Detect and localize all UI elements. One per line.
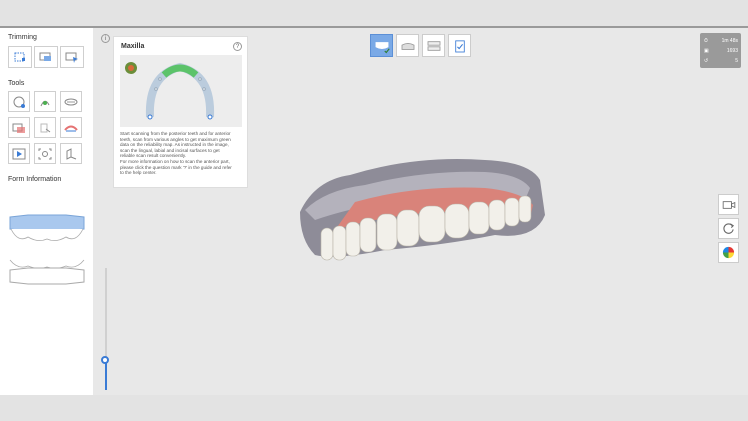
- scan-area-icon: [40, 123, 51, 132]
- video-camera-icon: [722, 200, 735, 209]
- frames-icon: ▣: [704, 47, 709, 54]
- brightness-slider-knob[interactable]: [101, 356, 109, 364]
- tools-title: Tools: [8, 80, 25, 87]
- trim-rectangle-icon: [14, 52, 25, 62]
- frame-count: 1693: [726, 47, 738, 54]
- lasso-icon: [40, 100, 50, 106]
- trim-select-button[interactable]: [60, 46, 84, 68]
- brightness-slider-fill: [105, 360, 107, 390]
- mandible-stage-button[interactable]: [396, 34, 419, 57]
- trim-area-button[interactable]: [34, 46, 58, 68]
- scan-stage-bar: [370, 34, 471, 57]
- upper-jaw-icon: [9, 214, 85, 241]
- lower-jaw-icon: [9, 259, 85, 285]
- capture-icon: [38, 148, 52, 159]
- guide-instructions: Start scanning from the posterior teeth …: [120, 131, 244, 176]
- scan-time: 1m 48s: [721, 37, 738, 44]
- trim-rectangle-button[interactable]: [8, 46, 32, 68]
- info-button[interactable]: i: [101, 34, 110, 43]
- prep-margin-icon: [64, 125, 78, 131]
- scan-stats-panel: ⏱ 1m 48s ▣ 1693 ↺ 5: [700, 33, 741, 68]
- guide-line: to the help center.: [120, 170, 157, 176]
- selection-icon: [64, 98, 78, 105]
- occlusion-icon: [427, 40, 440, 51]
- mandible-form-card[interactable]: [8, 256, 86, 288]
- guide-help-button[interactable]: ?: [233, 42, 242, 51]
- lasso-button[interactable]: [34, 91, 56, 112]
- smart-scan-icon: [13, 96, 25, 108]
- reliability-map-toggle[interactable]: [718, 242, 739, 263]
- timer-icon: ⏱: [704, 37, 708, 44]
- scan-guide-panel: Maxilla ? Start scanning from the poster…: [113, 36, 248, 188]
- guide-line: data on the reliability map. As instruct…: [120, 142, 229, 148]
- maxilla-form-card[interactable]: [8, 213, 86, 245]
- bottom-bar: [0, 395, 748, 421]
- occlusion-stage-button[interactable]: [422, 34, 445, 57]
- mandible-icon: [401, 42, 414, 50]
- reliability-map-button[interactable]: [8, 117, 30, 138]
- review-stage-button[interactable]: [448, 34, 471, 57]
- top-bar: [0, 0, 748, 28]
- reliability-map-icon: [12, 123, 25, 133]
- retry-icon: ↺: [704, 57, 709, 64]
- trimming-title: Trimming: [8, 34, 37, 41]
- maxilla-stage-button[interactable]: [370, 34, 393, 57]
- reset-view-button[interactable]: [718, 218, 739, 239]
- left-sidebar: Trimming Tools Form Information: [0, 28, 93, 395]
- trim-area-icon: [39, 52, 51, 61]
- check-icon: [384, 48, 390, 54]
- form-info-title: Form Information: [8, 176, 62, 183]
- camera-view-button[interactable]: [718, 194, 739, 215]
- guide-line: Start scanning from the posterior teeth …: [120, 131, 231, 136]
- trim-select-icon: [65, 52, 78, 63]
- clipboard-check-icon: [454, 39, 465, 52]
- capture-button[interactable]: [34, 143, 56, 164]
- dental-scan-model[interactable]: [295, 150, 555, 275]
- section-icon: [66, 147, 77, 160]
- prep-margin-button[interactable]: [60, 117, 82, 138]
- section-button[interactable]: [60, 143, 82, 164]
- smart-scan-button[interactable]: [8, 91, 30, 112]
- refresh-icon: [723, 223, 735, 234]
- guide-line: For more information on how to scan the …: [120, 158, 230, 164]
- video-button[interactable]: [8, 143, 30, 164]
- guide-illustration: [120, 55, 242, 127]
- scan-area-button[interactable]: [34, 117, 56, 138]
- selection-button[interactable]: [60, 91, 82, 112]
- color-wheel-icon: [722, 246, 735, 259]
- video-icon: [12, 148, 26, 159]
- guide-title: Maxilla: [121, 43, 145, 50]
- retry-count: 5: [735, 57, 738, 64]
